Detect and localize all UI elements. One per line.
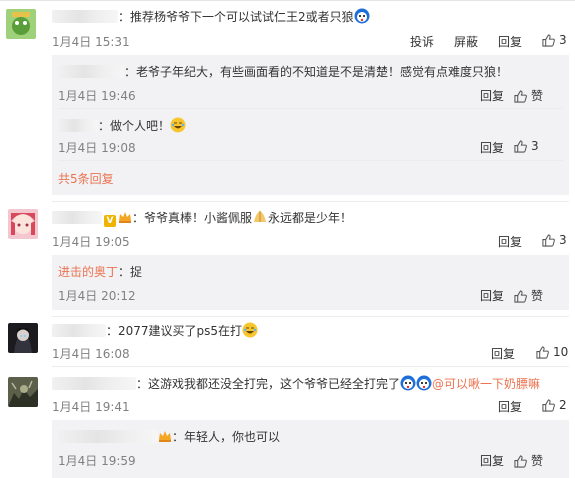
comment-time: 1月4日 19:05 <box>52 235 130 249</box>
reply-text: ：老爷子年纪大，有些画面看的不知道是不是清楚！感觉有点难度只狼！ <box>58 64 508 80</box>
thumbs-up-icon <box>514 290 527 303</box>
divider <box>58 160 563 161</box>
reply-thread: ：年轻人，你也可以 1月4日 19:59 回复 赞 <box>52 420 569 478</box>
reply-text: 进击的奥丁：捉 <box>58 265 143 279</box>
like-button[interactable]: 10 <box>536 345 568 359</box>
comment-text: ：2077建议买了ps5在打 <box>52 322 258 339</box>
reply-time: 1月4日 19:59 <box>58 454 136 468</box>
comment-divider <box>52 201 569 202</box>
mention-link[interactable]: @可以啾一下奶膘嘛 <box>432 377 540 391</box>
like-button[interactable]: 3 <box>542 233 567 247</box>
member-crown-icon <box>119 212 131 223</box>
avatar[interactable] <box>8 209 38 239</box>
comment-text: ：这游戏我都还没全打完，这个爷爷已经全打完了 @可以啾一下奶膘嘛 <box>52 375 540 392</box>
verified-badge-icon: V <box>104 215 116 227</box>
reply-button[interactable]: 回复 <box>480 287 504 304</box>
reply-button[interactable]: 回复 <box>498 33 522 50</box>
thumbs-up-icon <box>514 90 527 103</box>
block-button[interactable]: 屏蔽 <box>454 33 478 50</box>
reply-time: 1月4日 19:08 <box>58 141 136 155</box>
more-replies-link[interactable]: 共5条回复 <box>58 171 114 187</box>
divider <box>58 108 563 109</box>
comment-time: 1月4日 15:31 <box>52 35 130 49</box>
doge-emoji-icon <box>354 8 370 24</box>
reply-thread: ：老爷子年纪大，有些画面看的不知道是不是清楚！感觉有点难度只狼！ 1月4日 19… <box>52 55 569 195</box>
username[interactable] <box>58 430 158 443</box>
reply-button[interactable]: 回复 <box>480 139 504 156</box>
thumbs-up-icon <box>514 140 527 153</box>
reply-time: 1月4日 19:46 <box>58 89 136 103</box>
report-button[interactable]: 投诉 <box>410 33 434 50</box>
comment-text: V ：爷爷真棒！小酱佩服 永远都是少年！ <box>52 209 352 227</box>
top-divider <box>0 0 575 1</box>
member-crown-icon <box>159 431 171 442</box>
avatar[interactable] <box>8 323 38 353</box>
avatar[interactable] <box>8 377 38 407</box>
comment-text: ：推荐杨爷爷下一个可以试试仁王2或者只狼 <box>52 8 370 25</box>
reply-text: ：做个人吧！ <box>58 117 186 134</box>
reply-button[interactable]: 回复 <box>480 87 504 104</box>
username[interactable] <box>52 377 136 390</box>
like-button[interactable]: 赞 <box>514 452 543 469</box>
comment-time: 1月4日 16:08 <box>52 347 130 361</box>
like-button[interactable]: 3 <box>514 139 539 153</box>
reply-button[interactable]: 回复 <box>491 345 515 362</box>
doge-emoji-icon <box>400 375 416 391</box>
thumbs-up-icon <box>536 346 549 359</box>
like-button[interactable]: 3 <box>542 33 567 47</box>
comment-divider <box>52 316 569 317</box>
thumbs-up-icon <box>542 234 555 247</box>
like-button[interactable]: 2 <box>542 398 567 412</box>
doge-emoji-icon <box>416 375 432 391</box>
like-button[interactable]: 赞 <box>514 87 543 104</box>
salute-emoji-icon <box>254 211 267 222</box>
reply-button[interactable]: 回复 <box>498 398 522 415</box>
reply-time: 1月4日 20:12 <box>58 289 136 303</box>
reply-button[interactable]: 回复 <box>498 233 522 250</box>
reply-thread: 进击的奥丁：捉 1月4日 20:12 回复 赞 <box>52 255 569 310</box>
thumbs-up-icon <box>542 34 555 47</box>
comment-time: 1月4日 19:41 <box>52 400 130 414</box>
like-button[interactable]: 赞 <box>514 287 543 304</box>
username[interactable] <box>52 324 106 337</box>
laugh-cry-emoji-icon <box>242 322 258 338</box>
thumbs-up-icon <box>542 399 555 412</box>
reply-button[interactable]: 回复 <box>480 452 504 469</box>
username[interactable] <box>58 119 98 132</box>
laugh-cry-emoji-icon <box>170 117 186 133</box>
username[interactable] <box>58 65 124 78</box>
comment-divider <box>52 366 569 367</box>
username[interactable] <box>52 10 118 23</box>
username[interactable] <box>52 211 102 224</box>
thumbs-up-icon <box>514 455 527 468</box>
reply-text: ：年轻人，你也可以 <box>58 429 280 445</box>
reply-username[interactable]: 进击的奥丁 <box>58 265 118 279</box>
avatar[interactable] <box>6 9 36 39</box>
